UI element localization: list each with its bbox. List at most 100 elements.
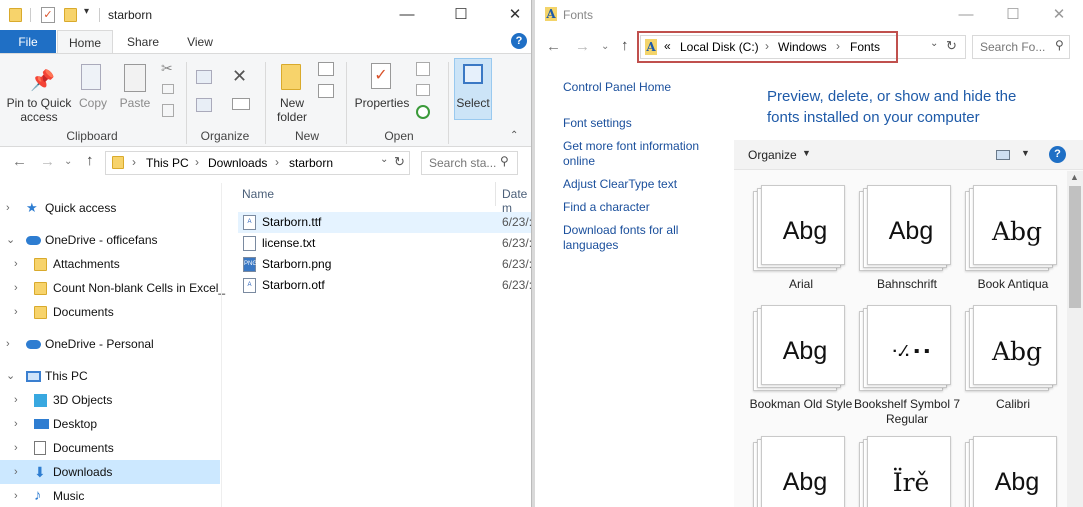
open-icon[interactable] [416, 62, 430, 76]
address-dropdown-icon[interactable]: ⌄ [930, 38, 938, 49]
easy-access-icon[interactable] [318, 84, 334, 98]
expand-chevron-icon[interactable]: › [14, 412, 24, 436]
more-font-info-link[interactable]: Get more font information online [563, 139, 713, 169]
find-character-link[interactable]: Find a character [563, 200, 733, 215]
file-row[interactable]: A Starborn.otf 6/23/: [238, 275, 531, 296]
breadcrumb-sep-icon: › [765, 39, 769, 53]
up-button[interactable]: ↑ [621, 37, 629, 55]
refresh-icon[interactable]: ↻ [394, 154, 405, 170]
scrollbar-up-icon[interactable]: ▲ [1070, 172, 1079, 182]
close-button[interactable]: ✕ [500, 4, 530, 26]
nav-tree-item[interactable]: ⌄ This PC [0, 364, 220, 388]
column-header-date[interactable]: Date m [502, 187, 531, 215]
breadcrumb-downloads[interactable]: Downloads [208, 156, 267, 170]
nav-tree-label: Desktop [53, 417, 98, 431]
back-button[interactable]: ← [546, 38, 561, 56]
font-settings-link[interactable]: Font settings [563, 116, 733, 131]
expand-chevron-icon[interactable]: › [6, 196, 16, 220]
properties-check-icon[interactable]: ✓ [41, 7, 55, 23]
pin-to-quick-access-button[interactable]: Pin to Quick access [4, 96, 74, 124]
expand-chevron-icon[interactable]: › [6, 332, 16, 356]
breadcrumb-local-disk[interactable]: Local Disk (C:) [680, 40, 759, 54]
expand-chevron-icon[interactable]: › [14, 460, 24, 484]
file-row[interactable]: PNG Starborn.png 6/23/: [238, 254, 531, 275]
breadcrumb-windows[interactable]: Windows [778, 40, 827, 54]
nav-tree-item[interactable]: › Documents [0, 436, 220, 460]
delete-icon[interactable]: ✕ [232, 66, 247, 87]
collapse-chevron-icon[interactable]: ⌄ [6, 364, 16, 388]
nav-tree-label: Downloads [53, 465, 113, 479]
new-folder-button[interactable]: New folder [270, 96, 314, 124]
nav-tree-label: Music [53, 489, 85, 503]
nav-tree-item[interactable]: › Count Non-blank Cells in Excel_ [0, 276, 225, 300]
forward-button[interactable]: → [40, 153, 55, 171]
expand-chevron-icon[interactable]: › [14, 484, 24, 507]
edit-icon[interactable] [416, 84, 430, 96]
cut-icon[interactable]: ✂ [161, 60, 173, 77]
tab-view[interactable]: View [172, 30, 228, 54]
breadcrumb-overflow[interactable]: « [664, 39, 671, 53]
nav-tree-label: Documents [53, 305, 114, 319]
nav-tree-item[interactable]: ⌄ OneDrive - officefans [0, 228, 220, 252]
nav-tree-item[interactable]: › 3D Objects [0, 388, 220, 412]
file-row[interactable]: A Starborn.ttf 6/23/: [238, 212, 531, 233]
breadcrumb-starborn[interactable]: starborn [289, 156, 333, 170]
minimize-button[interactable]: — [392, 4, 422, 26]
recent-locations-icon[interactable]: ⌄ [64, 153, 72, 171]
move-to-icon[interactable] [196, 70, 212, 84]
nav-tree-item[interactable]: › Desktop [0, 412, 220, 436]
tab-file[interactable]: File [0, 30, 56, 54]
copy-to-icon[interactable] [196, 98, 212, 112]
new-item-icon[interactable] [318, 62, 334, 76]
maximize-button[interactable]: ☐ [446, 4, 476, 26]
new-folder-qat-icon[interactable] [64, 8, 77, 22]
select-button[interactable]: Select [452, 96, 494, 110]
change-view-icon[interactable] [996, 150, 1010, 160]
column-header-name[interactable]: Name [242, 187, 274, 201]
history-icon[interactable] [416, 105, 430, 119]
paste-button[interactable]: Paste [116, 96, 154, 110]
nav-tree-item[interactable]: › OneDrive - Personal [0, 332, 220, 356]
collapse-chevron-icon[interactable]: ⌄ [6, 228, 16, 252]
nav-tree-item[interactable]: › ★ Quick access [0, 196, 220, 220]
download-fonts-link[interactable]: Download fonts for all languages [563, 223, 693, 253]
nav-tree-item[interactable]: › ♪ Music [0, 484, 220, 507]
file-row[interactable]: license.txt 6/23/: [238, 233, 531, 254]
adjust-cleartype-link[interactable]: Adjust ClearType text [563, 177, 733, 192]
tab-home[interactable]: Home [57, 30, 113, 54]
help-icon[interactable]: ? [511, 33, 527, 49]
view-dropdown-icon[interactable]: ▼ [1021, 148, 1030, 158]
paste-shortcut-icon[interactable] [162, 104, 174, 117]
help-icon[interactable]: ? [1049, 146, 1066, 163]
refresh-icon[interactable]: ↻ [946, 38, 957, 54]
breadcrumb-this-pc[interactable]: This PC [146, 156, 189, 170]
breadcrumb-fonts[interactable]: Fonts [850, 40, 880, 54]
cloud-icon [26, 236, 41, 245]
minimize-button[interactable]: — [951, 4, 981, 26]
expand-chevron-icon[interactable]: › [14, 300, 24, 324]
copy-path-icon[interactable] [162, 84, 174, 94]
forward-button[interactable]: → [575, 38, 590, 56]
back-button[interactable]: ← [12, 153, 27, 171]
up-button[interactable]: ↑ [86, 152, 94, 170]
nav-tree-item[interactable]: › ⬇ Downloads [0, 460, 220, 484]
close-button[interactable]: ✕ [1044, 4, 1074, 26]
expand-chevron-icon[interactable]: › [14, 276, 24, 300]
organize-button[interactable]: Organize [748, 148, 797, 162]
quick-access-folder-icon[interactable] [9, 8, 22, 22]
properties-button[interactable]: Properties [352, 96, 412, 110]
copy-button[interactable]: Copy [74, 96, 112, 110]
nav-tree-item[interactable]: › Attachments [0, 252, 220, 276]
expand-chevron-icon[interactable]: › [14, 388, 24, 412]
rename-icon[interactable] [232, 98, 250, 110]
ribbon-collapse-icon[interactable]: ⌃ [510, 130, 518, 141]
tab-share[interactable]: Share [114, 30, 172, 54]
control-panel-home-link[interactable]: Control Panel Home [563, 80, 733, 95]
customize-qat-icon[interactable]: ▾ [84, 6, 89, 17]
address-dropdown-icon[interactable]: ⌄ [380, 154, 388, 165]
nav-tree-item[interactable]: › Documents [0, 300, 220, 324]
recent-locations-icon[interactable]: ⌄ [601, 38, 609, 56]
expand-chevron-icon[interactable]: › [14, 252, 24, 276]
maximize-button[interactable]: ☐ [998, 4, 1028, 26]
expand-chevron-icon[interactable]: › [14, 436, 24, 460]
